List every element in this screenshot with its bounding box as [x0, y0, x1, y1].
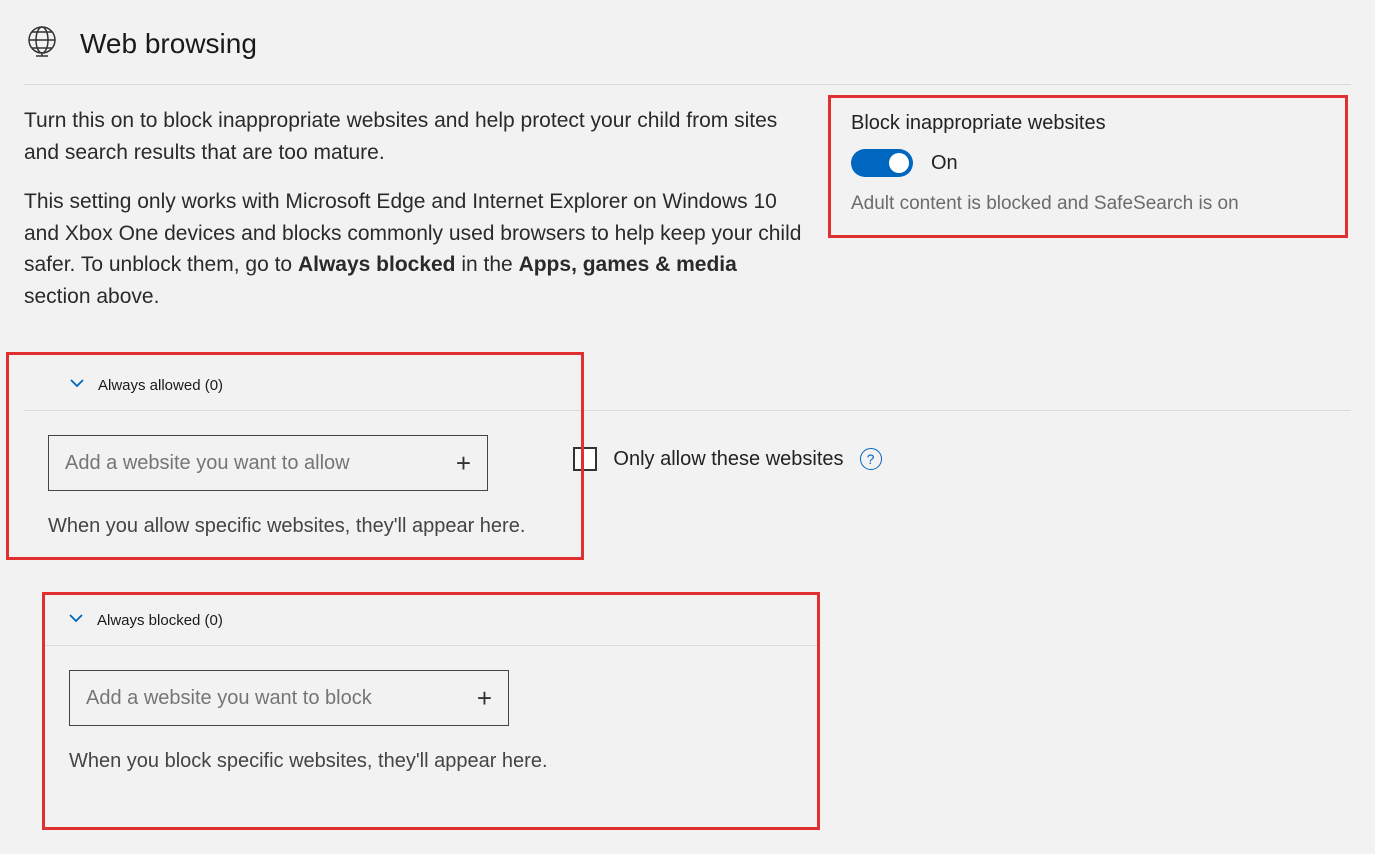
desc-p2-b1: Always blocked: [298, 253, 456, 276]
always-allowed-label: Always allowed (0): [98, 377, 223, 394]
top-row: Turn this on to block inappropriate webs…: [24, 105, 1351, 330]
toggle-knob: [889, 153, 909, 173]
desc-p2-mid: in the: [456, 253, 519, 276]
allowed-body-row: + When you allow specific websites, they…: [24, 411, 1351, 562]
only-allow-label: Only allow these websites: [613, 448, 843, 471]
help-icon[interactable]: ?: [860, 448, 882, 470]
section-header: Web browsing: [24, 24, 1351, 85]
allowed-body-left: + When you allow specific websites, they…: [24, 411, 549, 562]
always-allowed-header[interactable]: Always allowed (0): [24, 360, 1351, 411]
blocked-body-left: + When you block specific websites, they…: [45, 646, 817, 797]
toggle-description: Adult content is blocked and SafeSearch …: [851, 193, 1325, 215]
description-p2: This setting only works with Microsoft E…: [24, 186, 804, 312]
description-p1: Turn this on to block inappropriate webs…: [24, 105, 804, 168]
web-browsing-settings: Web browsing Turn this on to block inapp…: [0, 0, 1375, 854]
chevron-down-icon: [68, 374, 86, 396]
block-website-input[interactable]: [86, 687, 469, 710]
blocked-highlight-box: Always blocked (0) + When you block spec…: [42, 592, 820, 830]
description-block: Turn this on to block inappropriate webs…: [24, 105, 804, 330]
allow-input-wrap[interactable]: +: [48, 435, 488, 491]
only-allow-checkbox[interactable]: [573, 447, 597, 471]
desc-p2-post: section above.: [24, 285, 159, 308]
block-toggle-switch[interactable]: [851, 149, 913, 177]
always-allowed-section: Always allowed (0) + When you allow spec…: [24, 360, 1351, 562]
globe-icon: [24, 24, 60, 64]
allowed-hint: When you allow specific websites, they'l…: [48, 515, 525, 538]
toggle-title: Block inappropriate websites: [851, 112, 1325, 135]
always-blocked-header[interactable]: Always blocked (0): [45, 595, 817, 646]
allowed-body-right: Only allow these websites ?: [549, 411, 1351, 562]
plus-icon[interactable]: +: [448, 448, 471, 479]
chevron-down-icon: [67, 609, 85, 631]
page-title: Web browsing: [80, 28, 257, 60]
only-allow-row: Only allow these websites ?: [573, 447, 1327, 471]
toggle-state: On: [931, 152, 958, 175]
always-blocked-label: Always blocked (0): [97, 612, 223, 629]
block-input-wrap[interactable]: +: [69, 670, 509, 726]
allow-website-input[interactable]: [65, 452, 448, 475]
block-toggle-card: Block inappropriate websites On Adult co…: [828, 95, 1348, 238]
blocked-hint: When you block specific websites, they'l…: [69, 750, 793, 773]
toggle-panel: Block inappropriate websites On Adult co…: [828, 105, 1348, 330]
plus-icon[interactable]: +: [469, 683, 492, 714]
always-blocked-section: Always blocked (0) + When you block spec…: [24, 592, 1351, 830]
toggle-row: On: [851, 149, 1325, 177]
desc-p2-b2: Apps, games & media: [519, 253, 737, 276]
